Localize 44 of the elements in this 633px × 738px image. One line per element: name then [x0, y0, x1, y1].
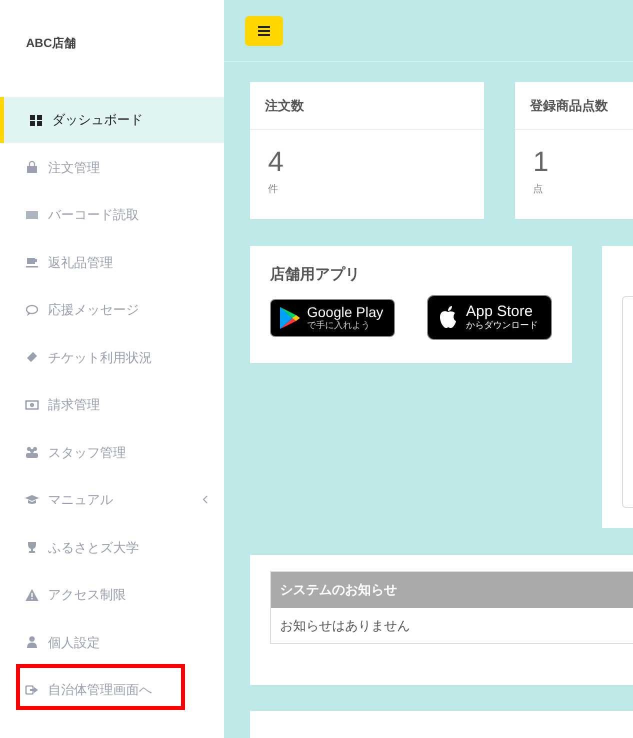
store-name: Google Play: [307, 305, 384, 319]
sidebar-item[interactable]: ダッシュボード: [0, 96, 224, 143]
store-caption: で手に入れよう: [307, 321, 371, 330]
google-play-badge[interactable]: Google Play で手に入れよう: [270, 298, 395, 336]
menu-button[interactable]: [245, 16, 283, 46]
card-title: 登録商品点数: [530, 96, 608, 115]
trophy-icon: [25, 540, 39, 554]
sidebar-item[interactable]: バーコード読取: [0, 192, 224, 238]
sidebar-item[interactable]: 請求管理: [0, 382, 224, 428]
people-icon: [25, 445, 39, 460]
sidebar-item[interactable]: 自治体管理画面へ: [0, 666, 224, 713]
stat-value: 1: [533, 148, 549, 176]
warning-icon: [25, 588, 39, 602]
brand-name: ABC店舗: [26, 35, 76, 52]
sidebar-item[interactable]: 返礼品管理: [0, 239, 224, 286]
sidebar-item[interactable]: 注文管理: [0, 144, 224, 190]
sign-out-icon: [25, 682, 39, 697]
sidebar-item[interactable]: チケット利用状況: [0, 334, 224, 380]
table-cell-text: お知らせはありません: [279, 616, 411, 635]
card-title: 店舗用アプリ: [270, 265, 361, 285]
stat-unit: 点: [533, 182, 543, 197]
sidebar-item[interactable]: 個人設定: [0, 619, 224, 666]
sidebar-item[interactable]: アクセス制限: [0, 572, 224, 618]
card-title: 注文数: [265, 96, 304, 115]
sidebar-item[interactable]: スタッフ管理: [0, 429, 224, 476]
apple-icon: [438, 305, 458, 329]
graduation-cap-icon: [25, 492, 39, 507]
person-icon: [25, 635, 39, 650]
sidebar-item[interactable]: 応援メッセージ: [0, 286, 224, 333]
speech-bubble-icon: [25, 302, 39, 317]
shopping-bag-icon: [25, 160, 39, 174]
grid-icon: [29, 112, 43, 127]
banknote-icon: [25, 398, 39, 412]
app-store-badge[interactable]: App Store からダウンロード: [427, 294, 552, 340]
store-caption: からダウンロード: [466, 321, 538, 330]
table-header: システムのお知らせ: [271, 572, 633, 608]
store-name: App Store: [466, 304, 534, 319]
play-triangle-icon: [279, 306, 301, 330]
stat-unit: 件: [268, 183, 278, 197]
cup-icon: [25, 255, 39, 270]
sidebar-item[interactable]: ふるさとズ大学: [0, 524, 224, 570]
sidebar-item[interactable]: マニュアル: [0, 476, 224, 523]
stat-value: 4: [268, 148, 284, 176]
menu-icon: [258, 26, 270, 36]
